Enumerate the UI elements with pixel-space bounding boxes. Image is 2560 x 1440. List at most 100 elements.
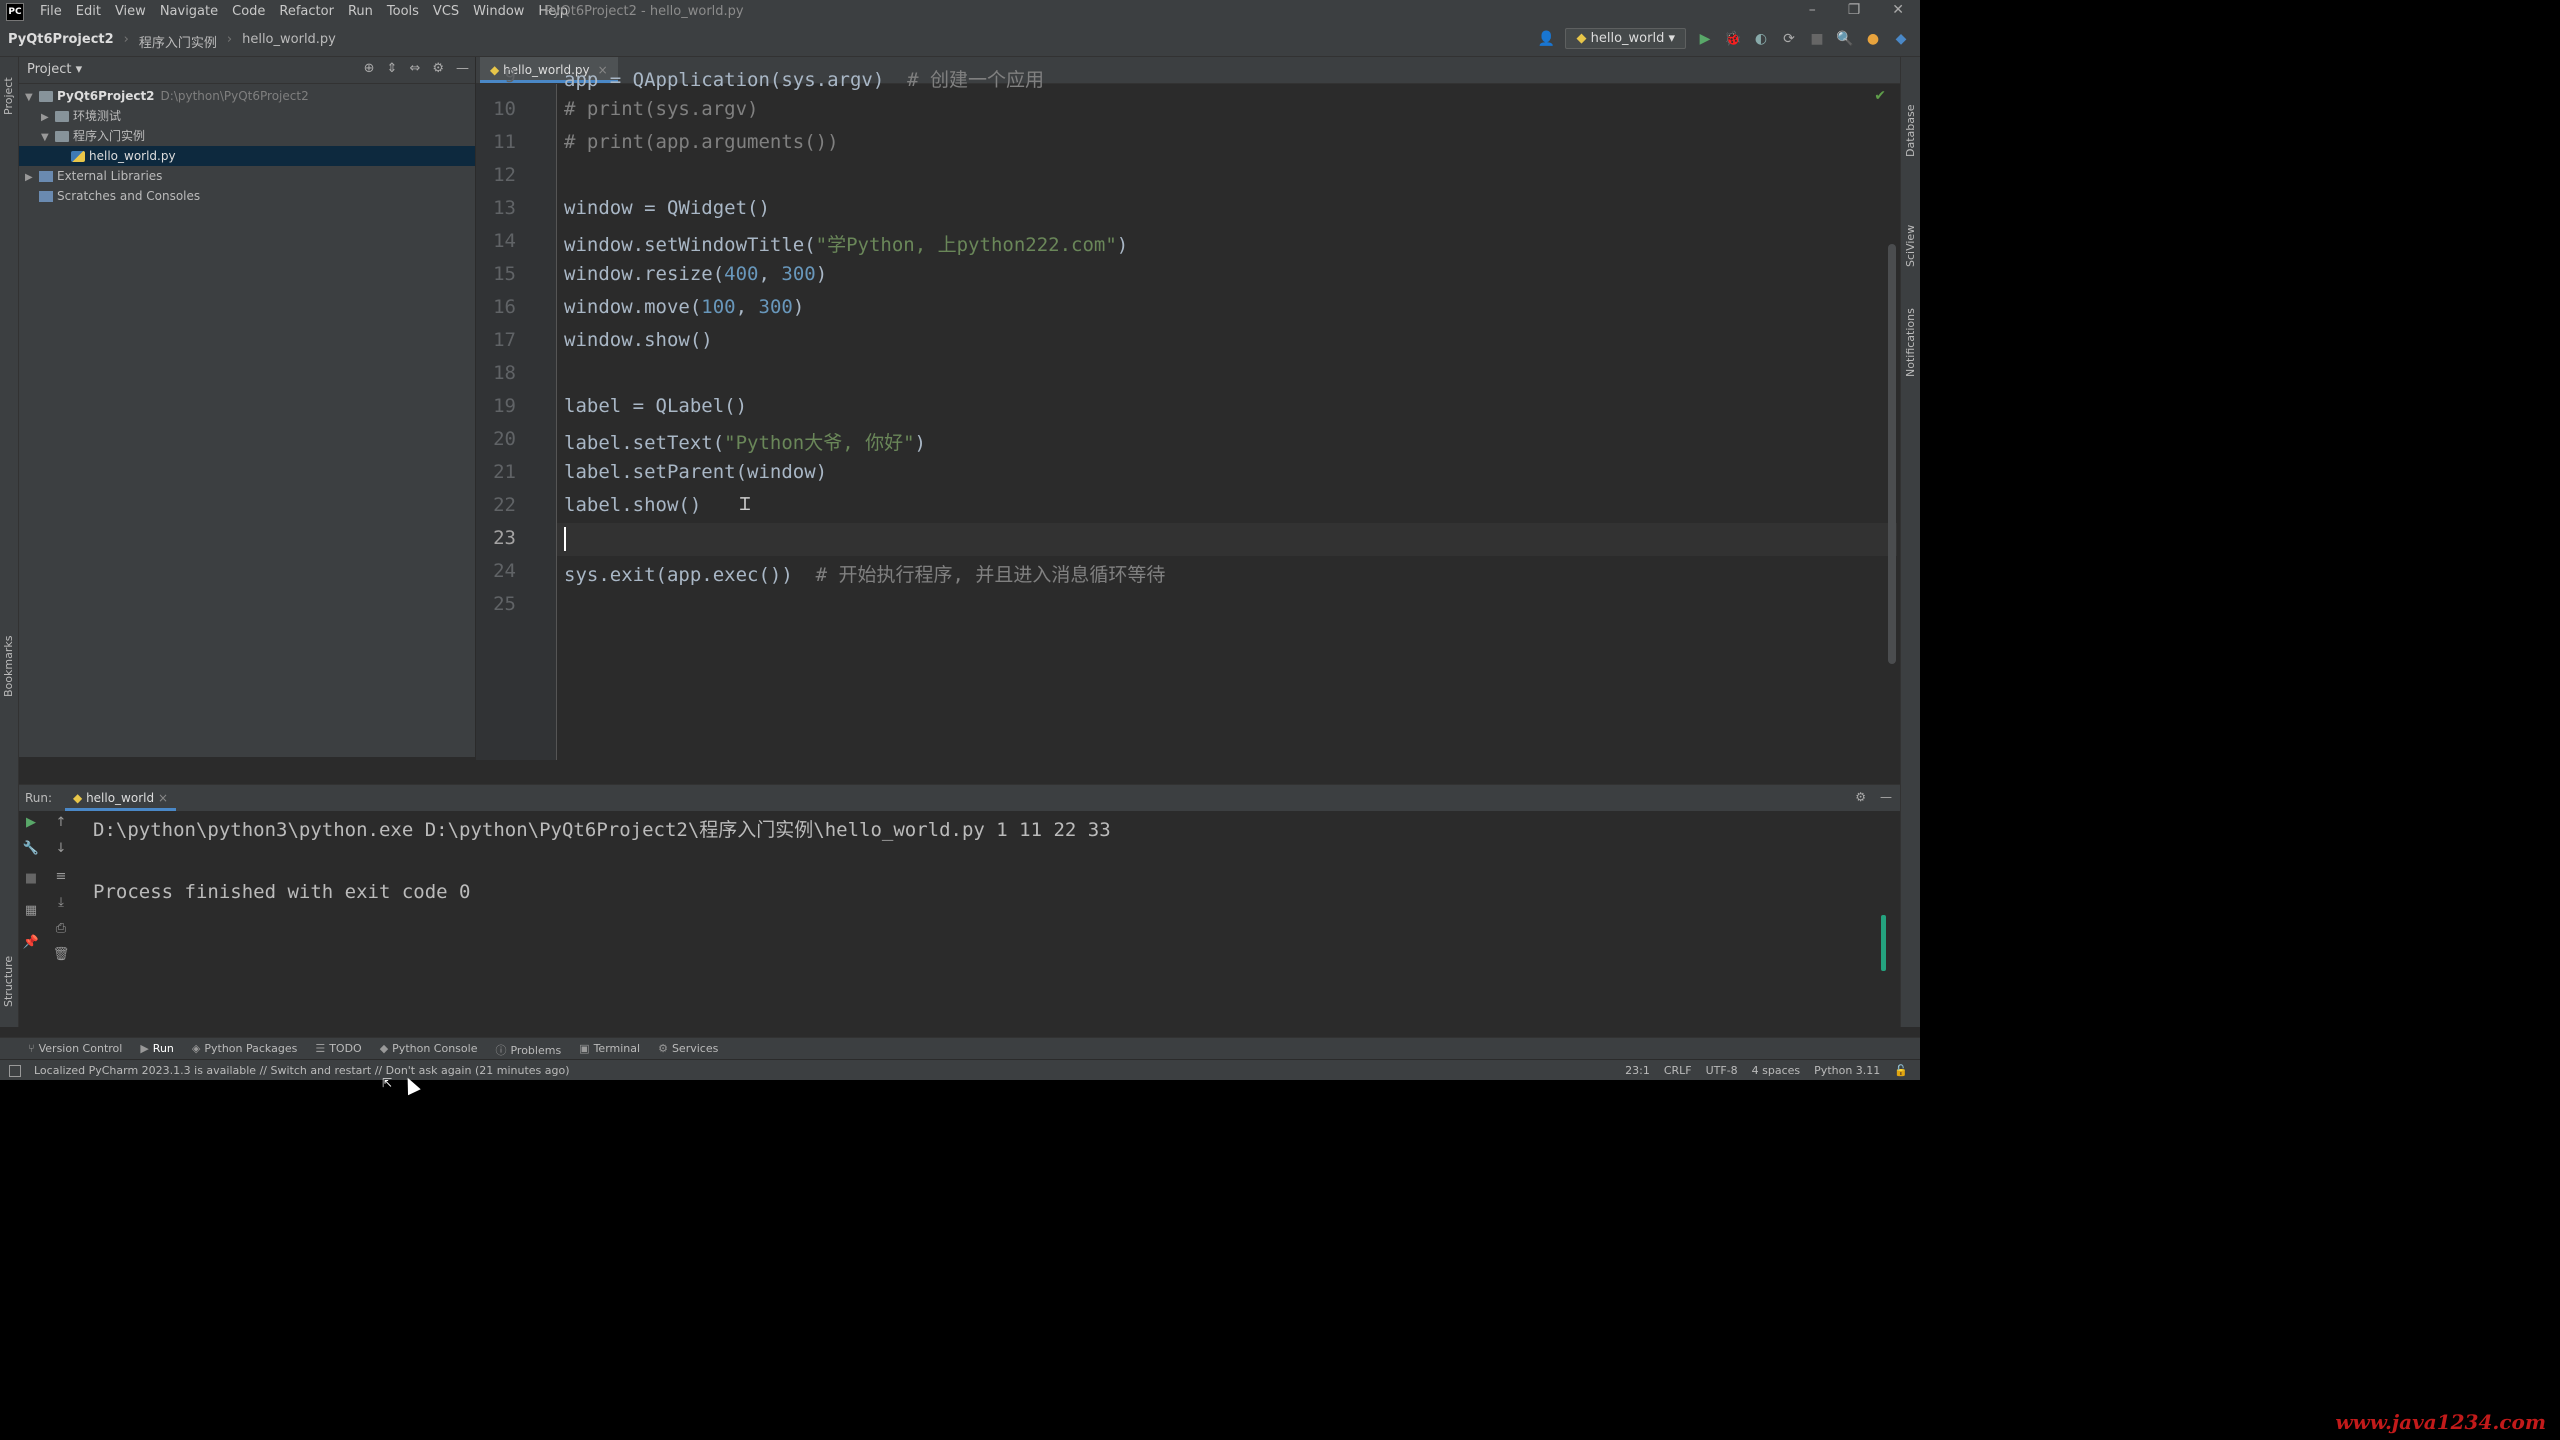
code-editor[interactable]: 9 10 11 12 13 14 15 16 17 18 19 20 21 22 23 24 25 app = … bbox=[476, 65, 1900, 760]
python-console-button[interactable]: ◆ Python Console bbox=[380, 1042, 478, 1058]
menu-code[interactable]: Code bbox=[232, 4, 265, 19]
debug-icon[interactable]: 🐞 bbox=[1724, 30, 1742, 48]
notifications-tool-button[interactable]: Notifications bbox=[1904, 308, 1917, 377]
project-tool-button[interactable]: Project bbox=[2, 77, 15, 115]
structure-tool-button[interactable]: Structure bbox=[2, 956, 15, 1007]
profile-icon[interactable]: ⟳ bbox=[1780, 30, 1798, 48]
breadcrumb-separator: › bbox=[226, 32, 233, 47]
breadcrumb-project[interactable]: PyQt6Project2 bbox=[8, 32, 114, 51]
terminal-button[interactable]: ▣ Terminal bbox=[579, 1042, 640, 1058]
project-panel-header: Project ▾ ⊕ ⇕ ⇔ ⚙ — bbox=[19, 57, 475, 84]
minimize-icon[interactable]: – bbox=[1809, 2, 1816, 18]
code-line: window.show() bbox=[564, 329, 713, 351]
breadcrumb-file[interactable]: hello_world.py bbox=[242, 32, 336, 51]
toggle-tool-windows-icon[interactable] bbox=[9, 1065, 21, 1077]
run-button[interactable]: ▶ Run bbox=[140, 1042, 174, 1058]
jetbrains-icon[interactable]: ◆ bbox=[1892, 30, 1910, 48]
lock-icon[interactable]: 🔓 bbox=[1894, 1064, 1908, 1077]
search-icon[interactable]: 🔍 bbox=[1836, 30, 1854, 48]
project-panel-title[interactable]: Project ▾ bbox=[27, 62, 82, 77]
print-icon[interactable]: ⎙ bbox=[51, 921, 71, 936]
interpreter-selector[interactable]: Python 3.11 bbox=[1814, 1064, 1880, 1077]
python-packages-button[interactable]: ◈ Python Packages bbox=[192, 1042, 297, 1058]
status-message[interactable]: Localized PyCharm 2023.1.3 is available … bbox=[34, 1064, 570, 1077]
services-button[interactable]: ⚙ Services bbox=[658, 1042, 718, 1058]
editor-scrollbar[interactable] bbox=[1888, 244, 1896, 664]
collapse-all-icon[interactable]: ⇔ bbox=[409, 61, 420, 76]
menu-navigate[interactable]: Navigate bbox=[160, 4, 218, 19]
caret-position[interactable]: 23:1 bbox=[1625, 1064, 1650, 1077]
stop-icon[interactable]: ■ bbox=[1808, 30, 1826, 48]
menu-file[interactable]: File bbox=[40, 4, 62, 19]
indent-setting[interactable]: 4 spaces bbox=[1752, 1064, 1801, 1077]
tree-item-project-root[interactable]: ▼ PyQt6Project2 D:\python\PyQt6Project2 bbox=[19, 86, 475, 106]
scratch-icon bbox=[39, 191, 53, 202]
tree-item-hello-world[interactable]: hello_world.py bbox=[19, 146, 475, 166]
bookmarks-tool-button[interactable]: Bookmarks bbox=[2, 636, 15, 697]
console-scrollbar[interactable] bbox=[1881, 915, 1886, 971]
busy-cursor-icon: ⇱ bbox=[382, 1076, 393, 1090]
line-number: 23 bbox=[493, 527, 516, 549]
tree-item-scratches[interactable]: Scratches and Consoles bbox=[19, 186, 475, 206]
problems-button[interactable]: ⓘ Problems bbox=[495, 1042, 561, 1058]
close-tab-icon[interactable]: × bbox=[158, 791, 168, 805]
version-control-button[interactable]: ⑂ Version Control bbox=[28, 1042, 122, 1058]
update-icon[interactable]: ● bbox=[1864, 30, 1882, 48]
menu-run[interactable]: Run bbox=[348, 4, 373, 19]
hide-icon[interactable]: — bbox=[456, 61, 469, 76]
run-console[interactable]: D:\python\python3\python.exe D:\python\P… bbox=[78, 811, 1900, 1037]
down-icon[interactable]: ↓ bbox=[51, 841, 71, 856]
menu-refactor[interactable]: Refactor bbox=[279, 4, 334, 19]
ibeam-cursor-icon: Ɪ bbox=[740, 494, 751, 515]
file-encoding[interactable]: UTF-8 bbox=[1706, 1064, 1738, 1077]
main-menu: File Edit View Navigate Code Refactor Ru… bbox=[40, 4, 568, 19]
chevron-down-icon: ▼ bbox=[25, 92, 33, 103]
menu-tools[interactable]: Tools bbox=[387, 4, 419, 19]
layout-icon[interactable]: ▦ bbox=[21, 903, 41, 918]
up-icon[interactable]: ↑ bbox=[51, 815, 71, 830]
line-number: 19 bbox=[493, 395, 516, 417]
close-icon[interactable]: ✕ bbox=[1892, 2, 1904, 18]
run-icon[interactable]: ▶ bbox=[1696, 30, 1714, 48]
user-icon[interactable]: 👤 bbox=[1537, 30, 1555, 48]
tree-item-external-libraries[interactable]: ▶ External Libraries bbox=[19, 166, 475, 186]
tree-item-env-test[interactable]: ▶ 环境测试 bbox=[19, 106, 475, 126]
tab-run-hello-world[interactable]: ◆ hello_world × bbox=[65, 785, 176, 811]
gear-icon[interactable]: ⚙ bbox=[1855, 790, 1866, 804]
breadcrumb-folder[interactable]: 程序入门实例 bbox=[139, 32, 217, 51]
line-number: 16 bbox=[493, 296, 516, 318]
line-separator[interactable]: CRLF bbox=[1664, 1064, 1692, 1077]
todo-button[interactable]: ☰ TODO bbox=[315, 1042, 361, 1058]
coverage-icon[interactable]: ◐ bbox=[1752, 30, 1770, 48]
terminal-icon: ▣ bbox=[579, 1042, 590, 1055]
rerun-icon[interactable]: ▶ bbox=[21, 815, 41, 830]
locate-icon[interactable]: ⊕ bbox=[364, 61, 375, 76]
restore-icon[interactable]: ❐ bbox=[1848, 2, 1861, 18]
tab-label: hello_world bbox=[86, 791, 155, 805]
inspection-ok-icon[interactable]: ✔ bbox=[1874, 88, 1886, 104]
scroll-to-end-icon[interactable]: ⤓ bbox=[51, 895, 71, 910]
run-config-selector[interactable]: ◆ hello_world ▾ bbox=[1565, 28, 1686, 49]
tree-item-label: hello_world.py bbox=[89, 149, 176, 163]
menu-vcs[interactable]: VCS bbox=[433, 4, 459, 19]
sciview-tool-button[interactable]: SciView bbox=[1904, 225, 1917, 267]
title-bar: PC File Edit View Navigate Code Refactor… bbox=[0, 0, 1920, 24]
stop-icon[interactable]: ■ bbox=[21, 871, 41, 886]
expand-all-icon[interactable]: ⇕ bbox=[387, 61, 398, 76]
gear-icon[interactable]: ⚙ bbox=[432, 61, 444, 76]
menu-edit[interactable]: Edit bbox=[76, 4, 101, 19]
trash-icon[interactable]: 🗑 bbox=[51, 947, 71, 962]
wrench-icon[interactable]: 🔧 bbox=[21, 841, 41, 856]
menu-window[interactable]: Window bbox=[473, 4, 524, 19]
code-line: window.setWindowTitle("学Python, 上python2… bbox=[564, 234, 1129, 256]
database-tool-button[interactable]: Database bbox=[1904, 105, 1917, 158]
menu-view[interactable]: View bbox=[115, 4, 146, 19]
soft-wrap-icon[interactable]: ≡ bbox=[51, 869, 71, 884]
window-title: PyQt6Project2 - hello_world.py bbox=[545, 4, 744, 19]
hide-icon[interactable]: — bbox=[1880, 790, 1892, 804]
window-controls: – ❐ ✕ bbox=[1809, 2, 1904, 18]
pin-icon[interactable]: 📌 bbox=[21, 935, 41, 950]
code-line: # print(app.arguments()) bbox=[564, 131, 839, 153]
tree-item-intro-examples[interactable]: ▼ 程序入门实例 bbox=[19, 126, 475, 146]
code-line: app = QApplication(sys.argv) # 创建一个应用 bbox=[564, 69, 1045, 91]
